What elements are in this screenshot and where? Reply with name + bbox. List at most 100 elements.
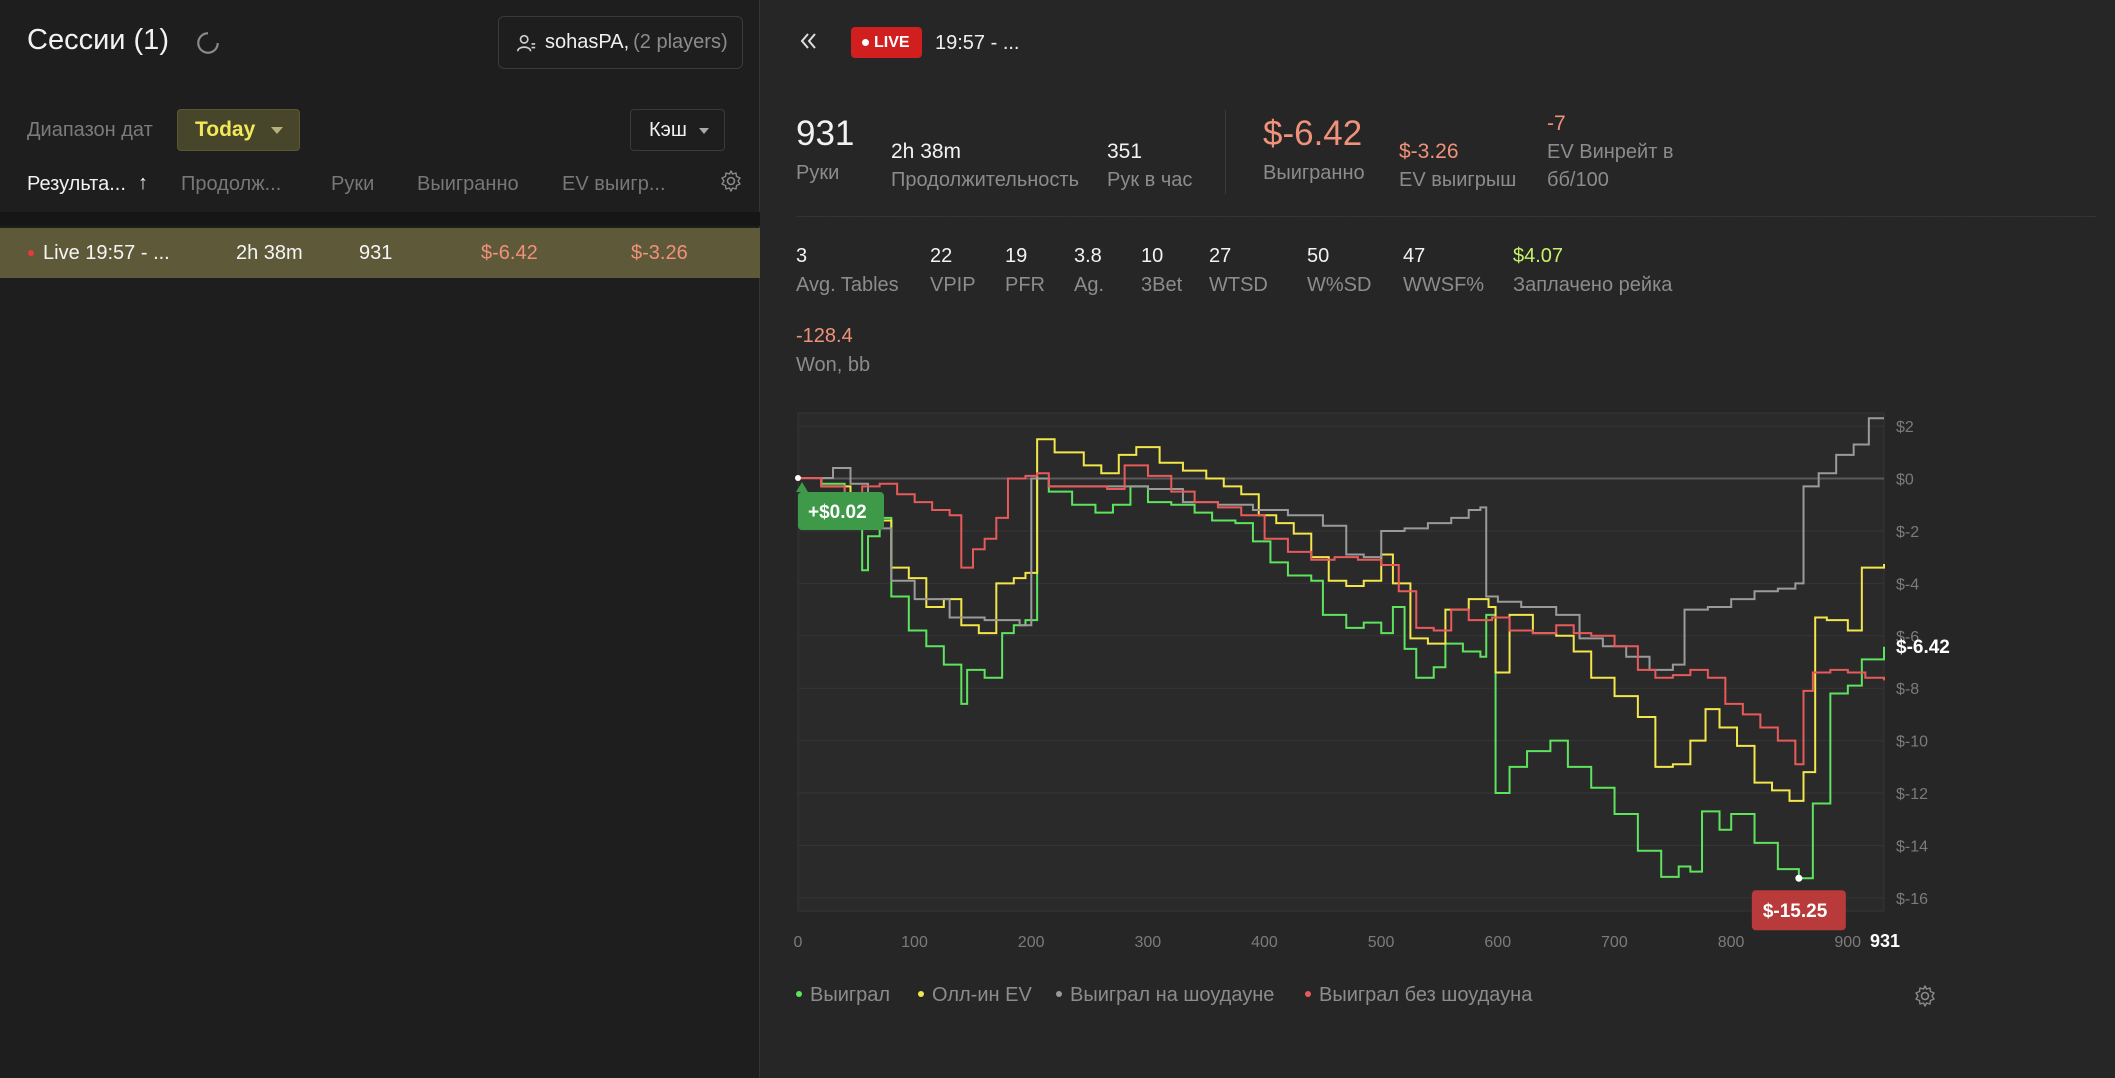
stat-secondary-label: 3Bet: [1141, 274, 1183, 296]
stat-secondary-value: 27: [1209, 245, 1232, 267]
stat-secondary-label: W%SD: [1307, 274, 1372, 296]
max-label: +$0.02: [808, 502, 867, 523]
stat-secondary-label: WWSF%: [1403, 274, 1485, 296]
y-tick-label: $-12: [1896, 786, 1928, 803]
legend-dot-icon: [918, 990, 924, 997]
legend-dot-icon: [1056, 990, 1062, 997]
min-point: [1795, 874, 1803, 882]
column-header-ev-won[interactable]: EV выигр...: [562, 173, 666, 196]
stat-secondary-label: WTSD: [1209, 274, 1268, 296]
table-row[interactable]: Live 19:57 - ... 2h 38m 931 $-6.42 $-3.2…: [0, 228, 760, 278]
legend-item-won[interactable]: Выиграл: [796, 984, 890, 1007]
y-tick-label: $-10: [1896, 734, 1928, 751]
stat-hands-value: 931: [796, 114, 855, 153]
legend-dot-icon: [796, 990, 802, 997]
column-header-duration[interactable]: Продолж...: [181, 173, 281, 196]
y-tick-label: $-16: [1896, 891, 1928, 908]
stat-secondary-label: Ag.: [1074, 274, 1105, 296]
session-hands: 931: [359, 242, 393, 264]
stat-hands-per-hour-value: 351: [1107, 140, 1143, 163]
date-range-value: Today: [195, 118, 256, 141]
x-tick-label: 700: [1601, 934, 1628, 951]
legend-item-showdown[interactable]: Выиграл на шоудауне: [1056, 984, 1274, 1007]
x-tick-label: 400: [1251, 934, 1278, 951]
stat-duration-value: 2h 38m: [891, 140, 962, 163]
stat-secondary-value: 3: [796, 245, 808, 267]
stat-secondary-value: 50: [1307, 245, 1330, 267]
stat-ev-won-label: EV выигрыш: [1399, 169, 1517, 191]
y-tick-label: $2: [1896, 419, 1914, 436]
stat-ev-won-value: $-3.26: [1399, 140, 1459, 163]
stat-secondary-label: PFR: [1005, 274, 1045, 296]
gear-icon[interactable]: [719, 169, 743, 193]
live-dot-icon: [28, 250, 34, 256]
x-tick-label: 800: [1718, 934, 1745, 951]
stat-hands-label: Руки: [796, 162, 840, 184]
date-range-label: Диапазон дат: [27, 119, 153, 141]
session-won: $-6.42: [481, 242, 538, 264]
x-tick-label: 100: [901, 934, 928, 951]
y-tick-label: $-2: [1896, 524, 1919, 541]
stat-secondary-value: 3.8: [1074, 245, 1102, 267]
double-chevron-left-icon[interactable]: [796, 29, 820, 53]
x-tick-label: 900: [1834, 934, 1861, 951]
stat-secondary-value: 19: [1005, 245, 1028, 267]
legend-label: Олл-ин EV: [932, 984, 1032, 1006]
legend-item-allin-ev[interactable]: Олл-ин EV: [918, 984, 1032, 1007]
x-end-label: 931: [1870, 931, 1900, 951]
game-type-dropdown[interactable]: Кэш: [630, 109, 725, 151]
refresh-icon[interactable]: [195, 30, 221, 56]
stat-won-label: Выигранно: [1263, 162, 1365, 184]
stat-secondary-value: 10: [1141, 245, 1164, 267]
stat-won-bb-label: Won, bb: [796, 354, 871, 376]
stat-ev-winrate-label-1: EV Винрейт в: [1547, 141, 1674, 163]
sort-arrow-icon[interactable]: ↑: [138, 172, 148, 195]
chart-settings-gear-icon[interactable]: [1913, 984, 1937, 1008]
stat-secondary-value: $4.07: [1513, 245, 1564, 267]
date-range-dropdown[interactable]: Today: [177, 109, 300, 151]
x-tick-label: 600: [1484, 934, 1511, 951]
live-badge-label: LIVE: [874, 33, 910, 51]
legend-label: Выиграл на шоудауне: [1070, 984, 1275, 1006]
profit-chart[interactable]: $2$0$-2$-4$-6$-8$-10$-12$-14$-160 100 200 3…: [761, 400, 2115, 960]
stats-divider-horizontal: [796, 216, 2096, 217]
legend-dot-icon: [1305, 990, 1311, 997]
stat-secondary-label: Avg. Tables: [796, 274, 899, 296]
sessions-panel: Сессии (1) sohasPA, (2 players) Диапазон…: [0, 0, 760, 1078]
legend-item-non-showdown[interactable]: Выиграл без шоудауна: [1305, 984, 1532, 1007]
y-tick-label: $-14: [1896, 838, 1928, 855]
stat-ev-winrate-label-2: бб/100: [1547, 169, 1609, 191]
player-count: (2 players): [633, 31, 728, 53]
column-header-hands[interactable]: Руки: [331, 173, 374, 196]
y-tick-label: $-8: [1896, 681, 1919, 698]
legend-label: Выиграл: [810, 984, 891, 1006]
stat-won-bb-value: -128.4: [796, 325, 853, 347]
chevron-down-icon: [271, 127, 283, 134]
x-tick-label: 300: [1134, 934, 1161, 951]
min-label: $-15.25: [1763, 901, 1828, 922]
stat-duration-label: Продолжительность: [891, 169, 1079, 191]
y-tick-label: $-4: [1896, 576, 1919, 593]
stat-hands-per-hour-label: Рук в час: [1107, 169, 1193, 191]
stat-secondary-value: 22: [930, 245, 953, 267]
column-header-result[interactable]: Результа...: [27, 173, 126, 196]
y-tick-label: $0: [1896, 472, 1914, 489]
header-divider: [0, 212, 760, 226]
session-title: 19:57 - ...: [935, 32, 1020, 54]
users-icon: [516, 34, 536, 51]
stat-secondary-value: 47: [1403, 245, 1426, 267]
plot-area: [797, 412, 1885, 912]
player-selector[interactable]: sohasPA, (2 players): [498, 16, 743, 69]
column-header-won[interactable]: Выигранно: [417, 173, 519, 196]
final-value-label: $-6.42: [1896, 637, 1950, 658]
chevron-down-icon: [699, 128, 709, 134]
game-type-value: Кэш: [649, 118, 687, 141]
stat-won-value: $-6.42: [1263, 114, 1363, 153]
player-name: sohasPA,: [545, 31, 630, 53]
stats-divider: [1225, 110, 1226, 194]
max-point: [795, 475, 801, 482]
session-detail-panel: LIVE 19:57 - ... 931 Руки 2h 38m Продолж…: [761, 0, 2115, 1078]
sessions-title: Сессии (1): [27, 24, 169, 56]
legend-label: Выиграл без шоудауна: [1319, 984, 1533, 1006]
stat-secondary-label: Заплачено рейка: [1513, 274, 1673, 296]
